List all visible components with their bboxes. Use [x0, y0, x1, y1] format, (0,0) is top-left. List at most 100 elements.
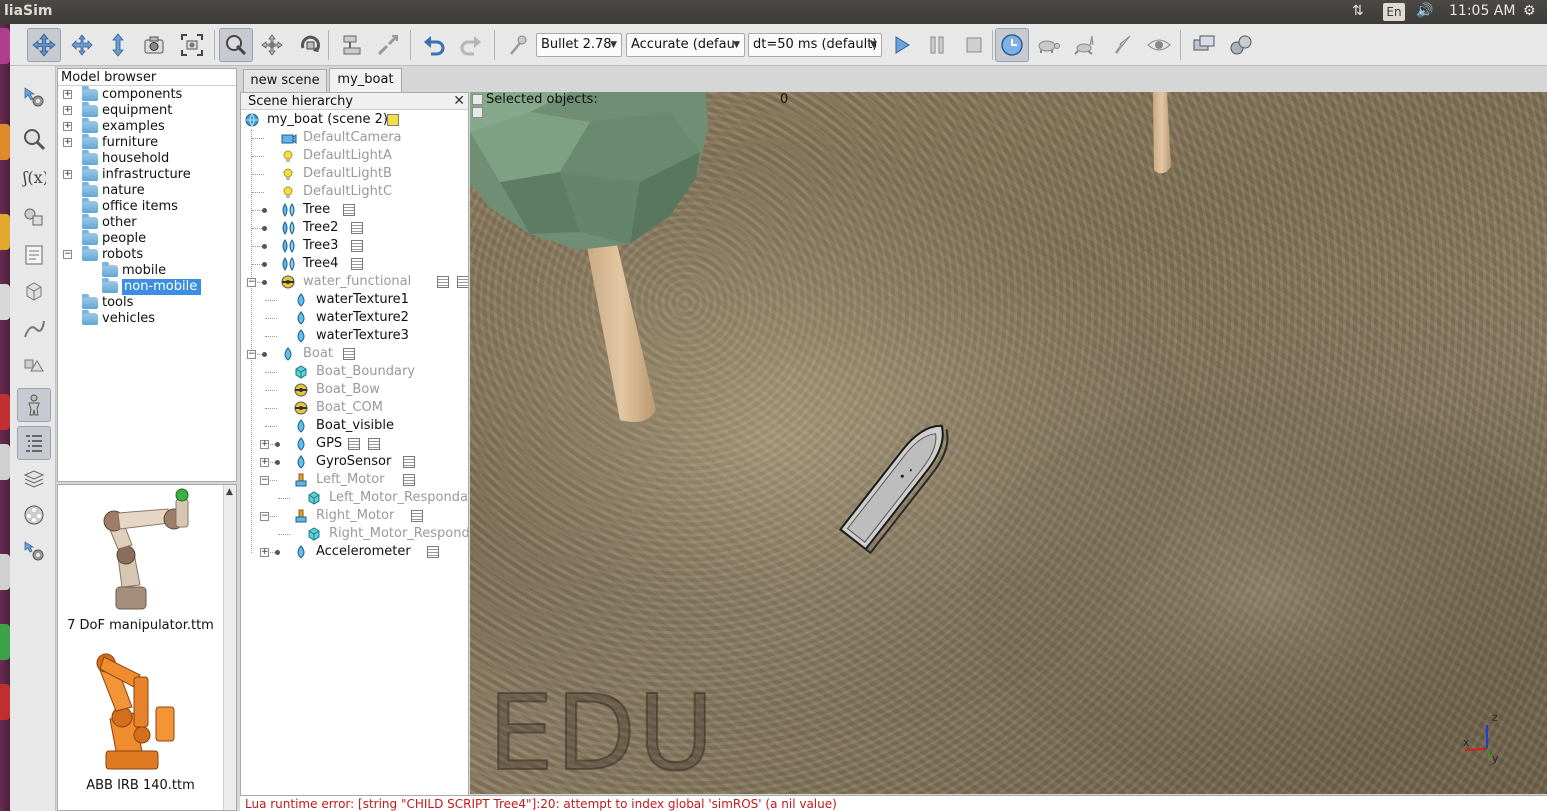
camera-rotate-button[interactable]: [65, 28, 99, 62]
visibility-dot[interactable]: [262, 244, 267, 249]
hierarchy-item[interactable]: Boat_Boundary: [241, 363, 468, 381]
user-settings-button[interactable]: [17, 534, 51, 568]
volume-icon[interactable]: 🔊: [1416, 3, 1433, 19]
hierarchy-item[interactable]: Tree4: [241, 255, 468, 273]
scene-viewport[interactable]: Selected objects: 0 EDU z x y: [470, 92, 1547, 794]
script-edit-icon[interactable]: [387, 114, 399, 126]
hierarchy-item[interactable]: + Accelerometer: [241, 543, 468, 561]
model-folder-office-items[interactable]: office items: [58, 198, 236, 215]
scene-hierarchy-toggle-button[interactable]: [17, 426, 51, 460]
object-select-button[interactable]: [219, 28, 253, 62]
collapse-icon[interactable]: −: [260, 512, 269, 521]
hierarchy-item[interactable]: − Left_Motor: [241, 471, 468, 489]
tab-my-boat[interactable]: my_boat: [329, 68, 402, 92]
script-icon[interactable]: [411, 510, 423, 522]
expand-icon[interactable]: +: [260, 458, 269, 467]
model-folder-examples[interactable]: + examples: [58, 118, 236, 135]
model-folder-non-mobile[interactable]: non-mobile: [58, 278, 236, 295]
realtime-mode-button[interactable]: [995, 28, 1029, 62]
script-icon[interactable]: [348, 438, 360, 450]
expand-icon[interactable]: +: [63, 138, 72, 147]
hierarchy-item[interactable]: Boat_Bow: [241, 381, 468, 399]
simulation-settings-button[interactable]: [17, 80, 51, 114]
slow-down-button[interactable]: [1031, 28, 1065, 62]
assemble-button[interactable]: [335, 28, 369, 62]
script-icon[interactable]: [403, 474, 415, 486]
launcher-app-icon[interactable]: [0, 684, 10, 720]
model-folder-equipment[interactable]: + equipment: [58, 102, 236, 119]
preview-item-abb[interactable]: ABB IRB 140.ttm: [58, 645, 223, 795]
start-simulation-button[interactable]: [884, 28, 918, 62]
camera-opening-button[interactable]: [137, 28, 171, 62]
launcher-app-icon[interactable]: [0, 554, 10, 590]
model-folder-nature[interactable]: nature: [58, 182, 236, 199]
hierarchy-item[interactable]: waterTexture2: [241, 309, 468, 327]
selection-button[interactable]: [17, 352, 51, 386]
hierarchy-item[interactable]: DefaultCamera: [241, 129, 468, 147]
expand-icon[interactable]: +: [63, 106, 72, 115]
hierarchy-item[interactable]: DefaultLightA: [241, 147, 468, 165]
scene-selector-button[interactable]: [1224, 28, 1258, 62]
collapse-icon[interactable]: −: [247, 350, 256, 359]
hierarchy-item[interactable]: − water_functional: [241, 273, 468, 291]
model-folder-mobile[interactable]: mobile: [58, 262, 236, 279]
script-icon[interactable]: [343, 348, 355, 360]
model-folder-people[interactable]: people: [58, 230, 236, 247]
visibility-dot[interactable]: [275, 550, 280, 555]
customization-script-icon[interactable]: [457, 276, 468, 288]
preview-item-7dof[interactable]: 7 DoF manipulator.ttm: [58, 485, 223, 635]
redo-button[interactable]: [454, 28, 488, 62]
hierarchy-item[interactable]: + GPS: [241, 435, 468, 453]
model-browser-toggle-button[interactable]: [17, 388, 51, 422]
tab-new-scene[interactable]: new scene: [243, 69, 327, 92]
function-button[interactable]: ʃ(x): [17, 160, 51, 194]
script-icon[interactable]: [437, 276, 449, 288]
accuracy-select[interactable]: Accurate (defau ▼: [626, 33, 745, 57]
page-selector-button[interactable]: [1187, 28, 1221, 62]
hierarchy-item[interactable]: Tree2: [241, 219, 468, 237]
visibility-dot[interactable]: [262, 352, 267, 357]
collections-button[interactable]: [17, 200, 51, 234]
visibility-dot[interactable]: [262, 226, 267, 231]
launcher-app-icon[interactable]: [0, 214, 10, 250]
pause-simulation-button[interactable]: [920, 28, 954, 62]
camera-shift-button[interactable]: [101, 28, 135, 62]
visibility-dot[interactable]: [262, 280, 267, 285]
visibility-dot[interactable]: [275, 442, 280, 447]
hierarchy-item[interactable]: DefaultLightC: [241, 183, 468, 201]
collapse-icon[interactable]: −: [260, 476, 269, 485]
object-rotate-button[interactable]: [293, 28, 327, 62]
script-icon[interactable]: [343, 204, 355, 216]
power-gear-icon[interactable]: ⚙: [1523, 3, 1536, 19]
customization-script-icon[interactable]: [368, 438, 380, 450]
hierarchy-item[interactable]: Boat_COM: [241, 399, 468, 417]
launcher-app-icon[interactable]: [0, 28, 10, 64]
transfer-dna-button[interactable]: [371, 28, 405, 62]
visualization-toggle-button[interactable]: [1142, 28, 1176, 62]
close-icon[interactable]: ✕: [453, 93, 465, 110]
hierarchy-item[interactable]: − Boat: [241, 345, 468, 363]
stop-simulation-button[interactable]: [957, 28, 991, 62]
threaded-rendering-button[interactable]: [1106, 28, 1140, 62]
hierarchy-item[interactable]: Boat_visible: [241, 417, 468, 435]
expand-icon[interactable]: +: [63, 122, 72, 131]
preview-scrollbar[interactable]: ▲: [223, 485, 236, 810]
model-folder-other[interactable]: other: [58, 214, 236, 231]
viewport-pin-toggle[interactable]: [472, 107, 483, 118]
shape-edit-button[interactable]: [17, 274, 51, 308]
collapse-icon[interactable]: −: [247, 278, 256, 287]
collapse-icon[interactable]: −: [63, 250, 72, 259]
status-bar[interactable]: Lua runtime error: [string "CHILD SCRIPT…: [240, 795, 1547, 811]
hierarchy-item[interactable]: Tree3: [241, 237, 468, 255]
script-icon[interactable]: [351, 240, 363, 252]
script-icon[interactable]: [351, 222, 363, 234]
launcher-app-icon[interactable]: [0, 624, 10, 660]
hierarchy-item[interactable]: Right_Motor_Responda: [241, 525, 468, 543]
hierarchy-item[interactable]: waterTexture1: [241, 291, 468, 309]
layers-button[interactable]: [17, 462, 51, 496]
object-shift-button[interactable]: [255, 28, 289, 62]
undo-button[interactable]: [417, 28, 451, 62]
visibility-dot[interactable]: [262, 208, 267, 213]
path-edit-button[interactable]: [17, 312, 51, 346]
launcher-app-icon[interactable]: [0, 444, 10, 480]
